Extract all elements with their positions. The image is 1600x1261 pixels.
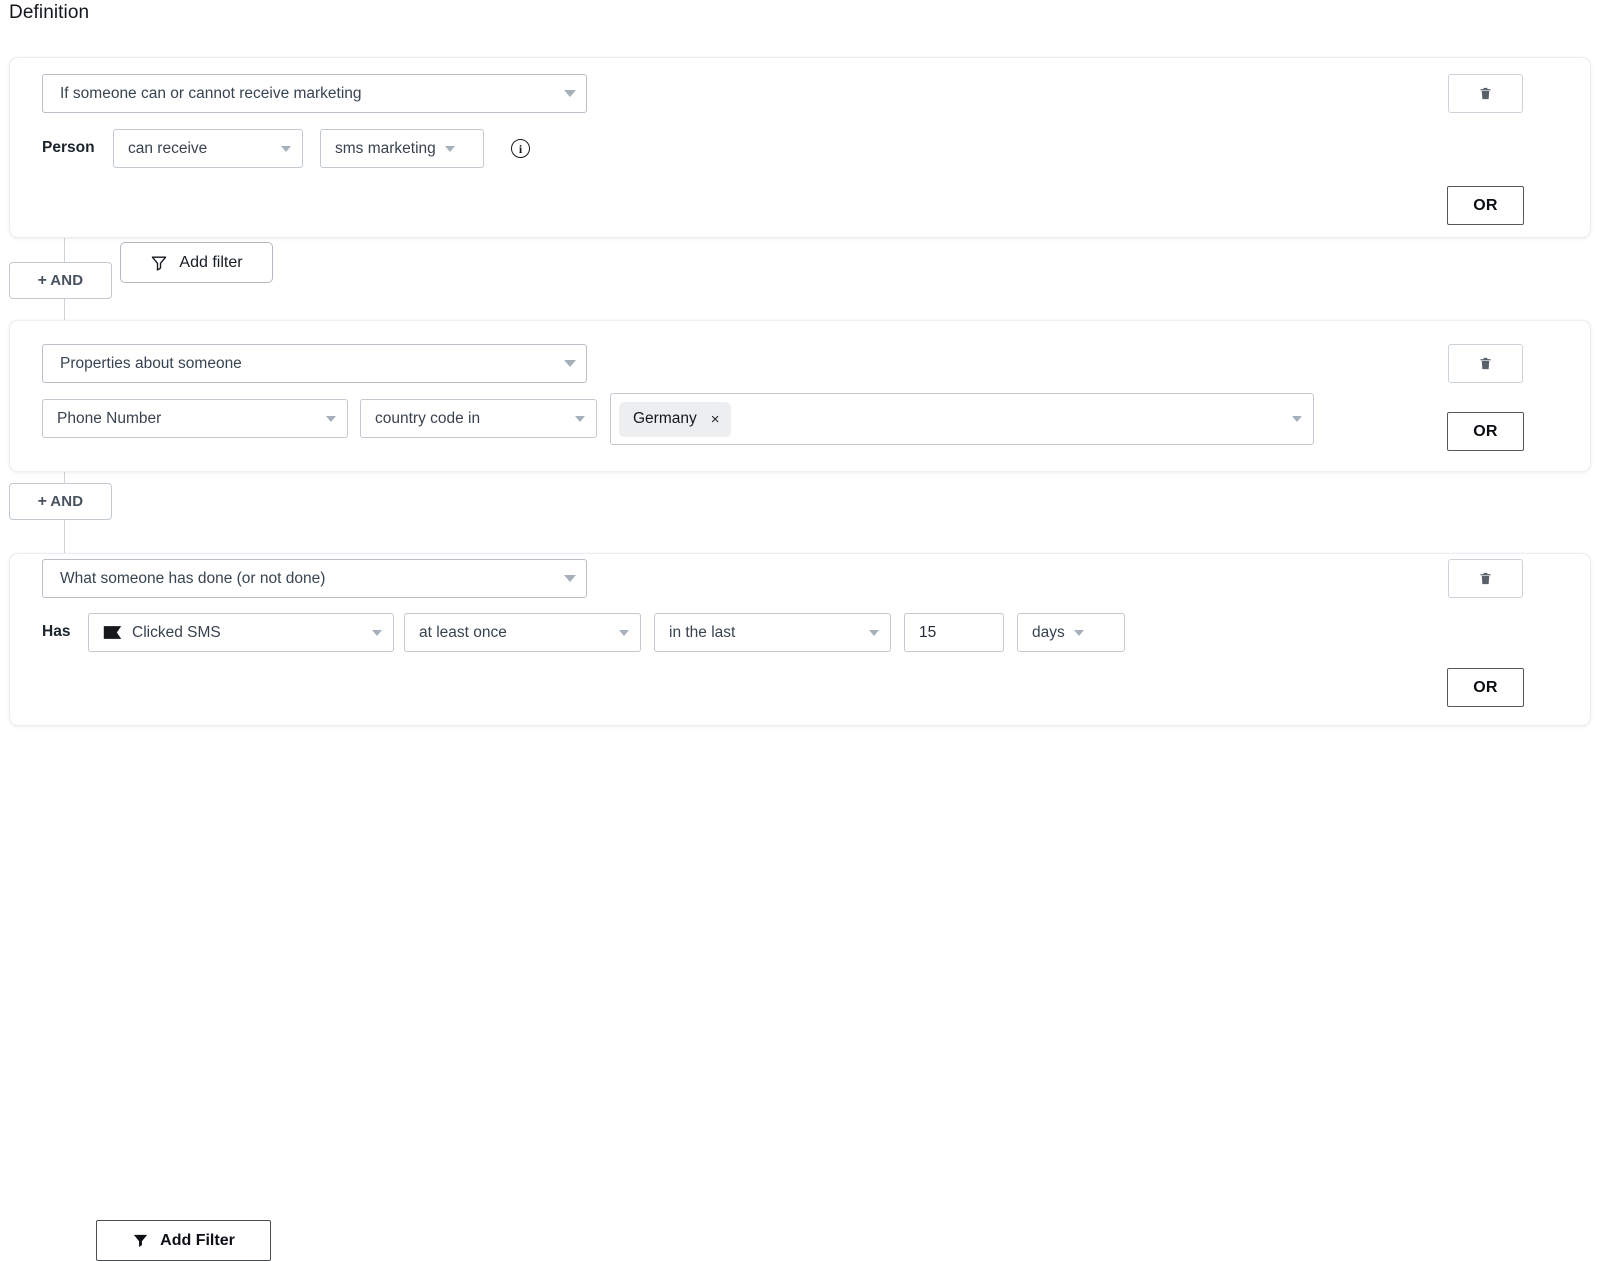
chevron-down-icon [564, 90, 576, 97]
chevron-down-icon [575, 416, 585, 422]
condition-type-value-2: Properties about someone [60, 355, 564, 373]
timeframe-value: in the last [669, 624, 869, 642]
plus-icon: + [38, 493, 48, 511]
close-icon[interactable]: × [711, 412, 720, 427]
add-filter-button-1[interactable]: Add filter [120, 242, 273, 283]
condition-type-select-3[interactable]: What someone has done (or not done) [42, 559, 587, 598]
condition-type-select-2[interactable]: Properties about someone [42, 344, 587, 383]
condition-type-select-1[interactable]: If someone can or cannot receive marketi… [42, 74, 587, 113]
timeframe-select[interactable]: in the last [654, 613, 891, 652]
chevron-down-icon [1292, 416, 1302, 422]
trash-icon [1478, 570, 1493, 587]
frequency-select[interactable]: at least once [404, 613, 641, 652]
or-button-3[interactable]: OR [1447, 668, 1524, 707]
chevron-down-icon [564, 360, 576, 367]
unit-value: days [1032, 624, 1065, 642]
channel-select[interactable]: sms marketing [320, 129, 484, 168]
condition-group-1: If someone can or cannot receive marketi… [9, 57, 1591, 238]
frequency-value: at least once [419, 624, 619, 642]
add-filter-button-2[interactable]: Add Filter [96, 1220, 271, 1261]
operator-value: country code in [375, 410, 575, 428]
add-and-condition-button-2[interactable]: + AND [9, 483, 112, 520]
chevron-down-icon [869, 630, 879, 636]
operator-select[interactable]: country code in [360, 399, 597, 438]
funnel-outline-icon [150, 254, 168, 272]
add-and-condition-button-1[interactable]: + AND [9, 262, 112, 299]
amount-input[interactable]: 15 [904, 613, 1004, 652]
delete-condition-button-1[interactable] [1448, 74, 1523, 113]
and-label-2: AND [50, 493, 83, 510]
condition-type-value-3: What someone has done (or not done) [60, 570, 564, 588]
condition-group-3: What someone has done (or not done) Has … [9, 553, 1591, 726]
value-chip-germany[interactable]: Germany × [619, 402, 731, 437]
trash-icon [1478, 85, 1493, 102]
unit-select[interactable]: days [1017, 613, 1125, 652]
plus-icon: + [38, 272, 48, 290]
chevron-down-icon [1074, 630, 1084, 636]
and-label-1: AND [50, 272, 83, 289]
or-button-2[interactable]: OR [1447, 412, 1524, 451]
metric-value: Clicked SMS [132, 624, 372, 642]
row-label-has: Has [42, 623, 70, 641]
condition-group-2: Properties about someone Phone Number co… [9, 320, 1591, 472]
channel-value: sms marketing [335, 140, 436, 158]
info-icon[interactable]: i [511, 139, 530, 158]
consent-state-value: can receive [128, 140, 281, 158]
property-value: Phone Number [57, 410, 326, 428]
trash-icon [1478, 355, 1493, 372]
page-title: Definition [9, 1, 89, 25]
chevron-down-icon [564, 575, 576, 582]
amount-value: 15 [919, 624, 936, 642]
chevron-down-icon [281, 146, 291, 152]
chevron-down-icon [619, 630, 629, 636]
condition-type-value-1: If someone can or cannot receive marketi… [60, 85, 564, 103]
property-select[interactable]: Phone Number [42, 399, 348, 438]
value-chip-label: Germany [633, 410, 697, 428]
metric-select[interactable]: Clicked SMS [88, 613, 394, 652]
chevron-down-icon [326, 416, 336, 422]
consent-state-select[interactable]: can receive [113, 129, 303, 168]
chevron-down-icon [445, 146, 455, 152]
chevron-down-icon [372, 630, 382, 636]
add-filter-label-1: Add filter [179, 254, 242, 272]
or-button-1[interactable]: OR [1447, 186, 1524, 225]
delete-condition-button-2[interactable] [1448, 344, 1523, 383]
funnel-filled-icon [132, 1232, 149, 1249]
row-label-person: Person [42, 139, 95, 157]
add-filter-label-2: Add Filter [160, 1232, 235, 1250]
values-multiselect[interactable]: Germany × [610, 393, 1314, 445]
delete-condition-button-3[interactable] [1448, 559, 1523, 598]
flag-icon [103, 625, 122, 640]
